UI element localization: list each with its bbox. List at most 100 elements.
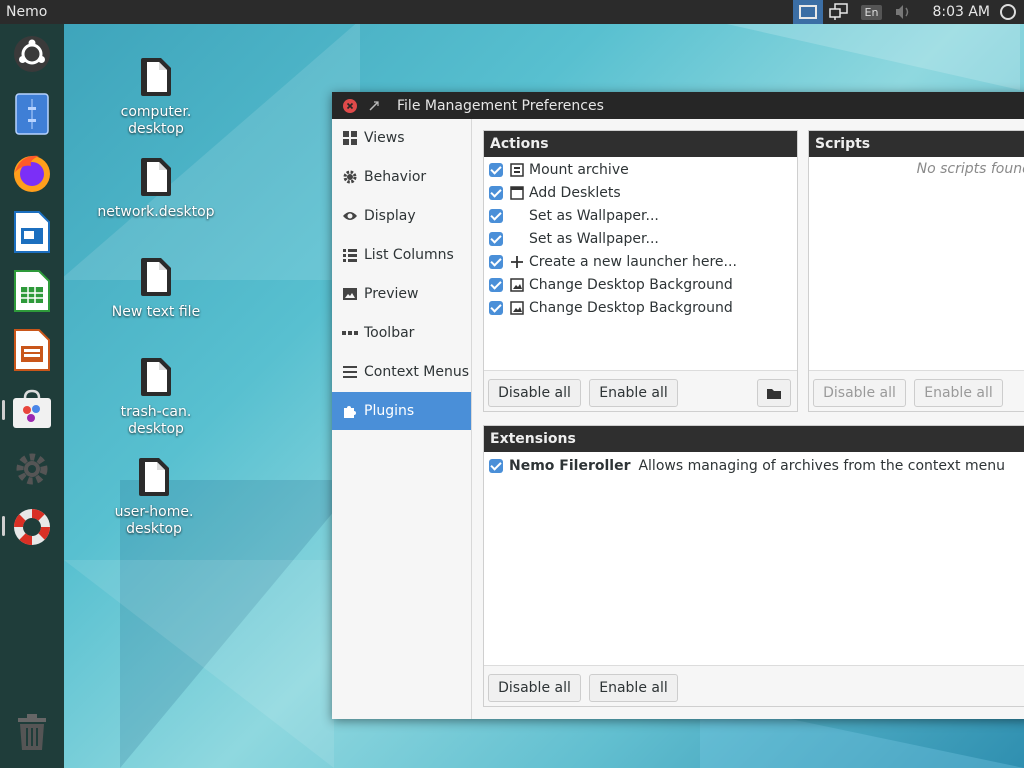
sidebar-item-label: Plugins bbox=[364, 403, 415, 419]
sidebar-item-views[interactable]: Views bbox=[332, 119, 471, 157]
restore-icon[interactable] bbox=[369, 100, 379, 111]
extension-row-nemo-fileroller[interactable]: Nemo Fileroller Allows managing of archi… bbox=[484, 454, 1024, 477]
extension-name: Nemo Fileroller bbox=[509, 457, 631, 474]
action-checkbox[interactable] bbox=[489, 208, 503, 223]
extensions-enable-all-button[interactable]: Enable all bbox=[589, 674, 678, 702]
document-icon bbox=[139, 356, 173, 398]
ubuntu-icon[interactable] bbox=[10, 32, 54, 76]
sidebar-item-preview[interactable]: Preview bbox=[332, 275, 471, 313]
keyboard-layout-indicator[interactable]: En bbox=[855, 0, 889, 24]
menu-icon bbox=[342, 364, 358, 380]
scripts-enable-all-button[interactable]: Enable all bbox=[914, 379, 1003, 407]
scripts-disable-all-button[interactable]: Disable all bbox=[813, 379, 906, 407]
close-button[interactable] bbox=[343, 98, 357, 113]
extensions-pane: Extensions Nemo Fileroller Allows managi… bbox=[483, 425, 1024, 707]
no-scripts-message: No scripts found bbox=[916, 161, 1024, 177]
volume-icon[interactable] bbox=[888, 0, 918, 24]
action-checkbox[interactable] bbox=[489, 185, 503, 200]
preferences-sidebar: Views Behavior Display List Columns Prev… bbox=[332, 119, 472, 719]
sidebar-item-behavior[interactable]: Behavior bbox=[332, 158, 471, 196]
action-checkbox[interactable] bbox=[489, 231, 503, 246]
sidebar-item-label: List Columns bbox=[364, 247, 454, 263]
picture-icon bbox=[509, 300, 525, 316]
action-row-set-wallpaper[interactable]: Set as Wallpaper... bbox=[484, 204, 797, 227]
action-label: Change Desktop Background bbox=[529, 299, 733, 316]
system-tray: En 8:03 AM bbox=[792, 0, 1024, 24]
close-icon bbox=[346, 102, 354, 109]
action-checkbox[interactable] bbox=[489, 162, 503, 177]
help-lifebuoy-icon[interactable] bbox=[10, 505, 54, 549]
sidebar-item-label: Preview bbox=[364, 286, 419, 302]
action-checkbox[interactable] bbox=[489, 300, 503, 315]
sidebar-item-plugins[interactable]: Plugins bbox=[332, 392, 471, 430]
document-icon bbox=[139, 56, 173, 98]
actions-enable-all-button[interactable]: Enable all bbox=[589, 379, 678, 407]
document-icon bbox=[139, 156, 173, 198]
document-icon bbox=[137, 456, 171, 498]
impress-icon[interactable] bbox=[10, 328, 54, 372]
active-app-name[interactable]: Nemo bbox=[0, 4, 47, 20]
writer-icon[interactable] bbox=[10, 210, 54, 254]
action-label: Add Desklets bbox=[529, 184, 621, 201]
settings-gear-icon[interactable] bbox=[10, 447, 54, 491]
extensions-disable-all-button[interactable]: Disable all bbox=[488, 674, 581, 702]
wallpaper-facet bbox=[64, 560, 334, 768]
actions-list: Mount archive Add Desklets Set as Wallpa… bbox=[484, 157, 797, 319]
desktop-icon-trash-can[interactable]: trash-can. desktop bbox=[96, 356, 216, 438]
calc-icon[interactable] bbox=[10, 269, 54, 313]
plus-icon bbox=[509, 254, 525, 270]
sidebar-item-label: Display bbox=[364, 208, 416, 224]
gear-icon bbox=[342, 169, 358, 185]
sidebar-item-label: Toolbar bbox=[364, 325, 415, 341]
files-icon[interactable] bbox=[10, 92, 54, 136]
eye-icon bbox=[342, 208, 358, 224]
desktop-icon-network[interactable]: network.desktop bbox=[96, 156, 216, 221]
sidebar-item-toolbar[interactable]: Toolbar bbox=[332, 314, 471, 352]
action-row-change-background[interactable]: Change Desktop Background bbox=[484, 296, 797, 319]
launcher-dock bbox=[0, 24, 64, 768]
plugins-content: Actions Mount archive Add Desklets Set a… bbox=[472, 119, 1024, 719]
action-row-add-desklets[interactable]: Add Desklets bbox=[484, 181, 797, 204]
power-icon[interactable] bbox=[1000, 4, 1016, 20]
list-icon bbox=[342, 247, 358, 263]
action-row-set-wallpaper[interactable]: Set as Wallpaper... bbox=[484, 227, 797, 250]
show-desktop-icon[interactable] bbox=[792, 0, 823, 24]
sidebar-item-list-columns[interactable]: List Columns bbox=[332, 236, 471, 274]
sidebar-item-context-menus[interactable]: Context Menus bbox=[332, 353, 471, 391]
desktop-icon-user-home[interactable]: user-home. desktop bbox=[94, 456, 214, 538]
firefox-icon[interactable] bbox=[10, 151, 54, 195]
action-label: Mount archive bbox=[529, 161, 629, 178]
clock[interactable]: 8:03 AM bbox=[918, 4, 1000, 20]
extension-checkbox[interactable] bbox=[489, 458, 503, 473]
actions-pane: Actions Mount archive Add Desklets Set a… bbox=[483, 130, 798, 412]
archive-icon bbox=[509, 162, 525, 178]
action-label: Change Desktop Background bbox=[529, 276, 733, 293]
action-label: Set as Wallpaper... bbox=[529, 230, 659, 247]
running-indicator bbox=[2, 400, 5, 420]
action-label: Set as Wallpaper... bbox=[529, 207, 659, 224]
folder-icon bbox=[767, 388, 781, 399]
image-icon bbox=[342, 286, 358, 302]
action-checkbox[interactable] bbox=[489, 254, 503, 269]
action-row-mount-archive[interactable]: Mount archive bbox=[484, 158, 797, 181]
desktop-icon-label: trash-can. desktop bbox=[120, 404, 192, 437]
action-row-change-background[interactable]: Change Desktop Background bbox=[484, 273, 797, 296]
actions-header: Actions bbox=[484, 131, 797, 157]
window-title: File Management Preferences bbox=[397, 97, 604, 114]
scripts-button-bar: Disable all Enable all bbox=[809, 370, 1024, 411]
actions-disable-all-button[interactable]: Disable all bbox=[488, 379, 581, 407]
dots-icon bbox=[342, 325, 358, 341]
desktop-icon-new-text-file[interactable]: New text file bbox=[96, 256, 216, 321]
action-checkbox[interactable] bbox=[489, 277, 503, 292]
window-titlebar[interactable]: File Management Preferences bbox=[332, 92, 1024, 119]
software-center-icon[interactable] bbox=[10, 387, 54, 431]
document-icon bbox=[139, 256, 173, 298]
network-icon[interactable] bbox=[823, 0, 855, 24]
desktop-icon-computer[interactable]: computer. desktop bbox=[96, 56, 216, 138]
trash-icon[interactable] bbox=[10, 710, 54, 754]
open-actions-folder-button[interactable] bbox=[757, 379, 791, 407]
running-indicator bbox=[2, 516, 5, 536]
top-panel: Nemo En 8:03 AM bbox=[0, 0, 1024, 24]
sidebar-item-display[interactable]: Display bbox=[332, 197, 471, 235]
action-row-create-launcher[interactable]: Create a new launcher here... bbox=[484, 250, 797, 273]
